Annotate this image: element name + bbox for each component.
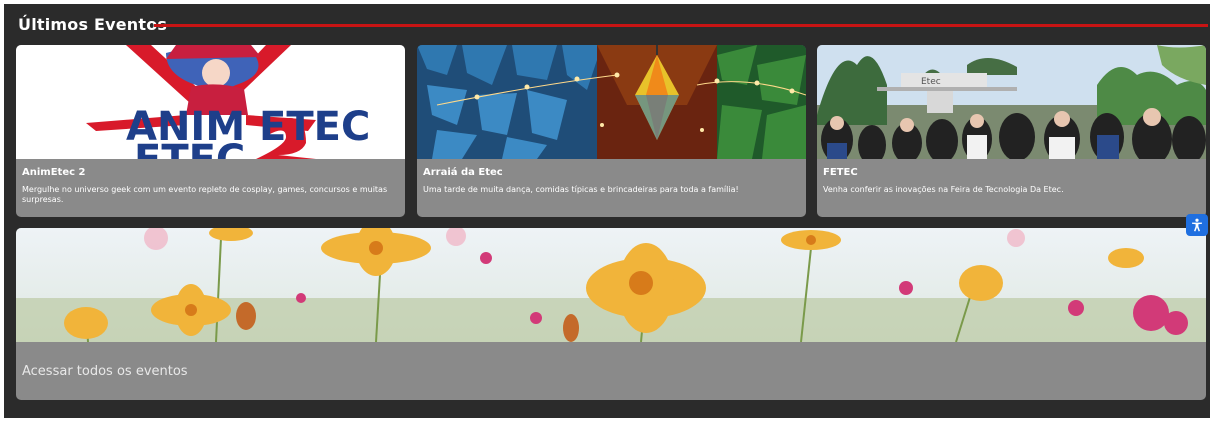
section-title: Últimos Eventos — [18, 15, 168, 34]
flowers-banner-image — [16, 228, 1206, 342]
title-divider — [154, 24, 1208, 27]
etec-sign-text: Etec — [921, 77, 941, 87]
event-title: AnimEtec 2 — [22, 167, 86, 178]
event-title: FETEC — [823, 167, 858, 178]
animetec-banner-image: ANIM ETEC ETEC — [16, 45, 405, 159]
fetec-banner-image: Etec — [817, 45, 1206, 159]
event-description: Mergulhe no universo geek com um evento … — [22, 185, 388, 204]
event-card-fetec[interactable]: Etec FETEC Venha conferir as inovações n… — [817, 45, 1206, 217]
events-section: Últimos Eventos ANIM ETEC ETEC AnimEtec … — [4, 4, 1210, 418]
arraia-banner-image — [417, 45, 806, 159]
event-description: Uma tarde de muita dança, comidas típica… — [423, 185, 739, 194]
all-events-link[interactable]: Acessar todos os eventos — [22, 364, 188, 379]
event-card-arraia[interactable]: Arraiá da Etec Uma tarde de muita dança,… — [417, 45, 806, 217]
all-events-card[interactable]: Acessar todos os eventos — [16, 228, 1206, 400]
accessibility-icon — [1192, 218, 1202, 232]
event-card-animetec[interactable]: ANIM ETEC ETEC AnimEtec 2 Mergulhe no un… — [16, 45, 405, 217]
event-title: Arraiá da Etec — [423, 167, 503, 178]
event-description: Venha conferir as inovações na Feira de … — [823, 185, 1064, 194]
accessibility-button[interactable] — [1186, 214, 1208, 236]
svg-text:ETEC: ETEC — [134, 137, 245, 159]
